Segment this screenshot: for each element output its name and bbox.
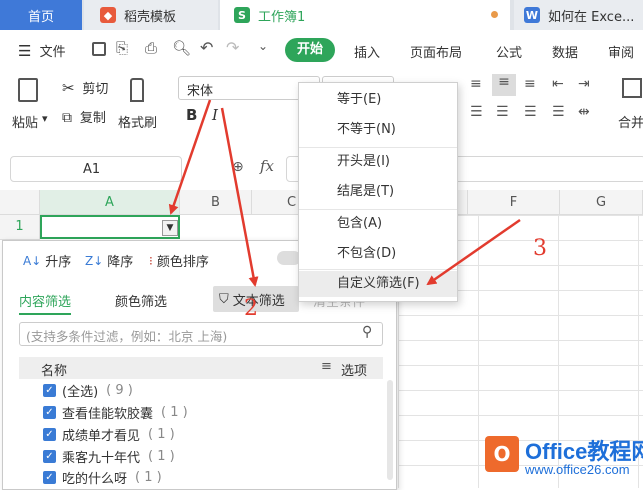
- watermark-logo: O: [485, 436, 519, 472]
- watermark-url: www.office26.com: [525, 462, 630, 477]
- arrow-to-custom-filter: [426, 218, 521, 286]
- arrow-to-dropdown: [168, 99, 212, 215]
- annotation-number-2: 2: [244, 296, 258, 321]
- annotation-number-3: 3: [533, 236, 547, 261]
- arrow-to-text-filter: [220, 107, 259, 287]
